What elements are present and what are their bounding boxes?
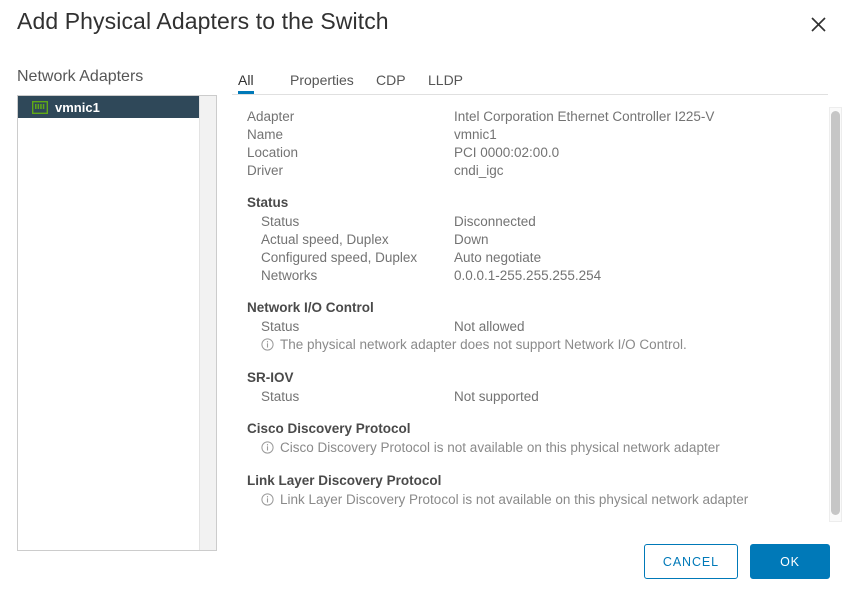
detail-value: 0.0.0.1-255.255.255.254: [454, 268, 601, 283]
details-scroll-region: Adapter Intel Corporation Ethernet Contr…: [232, 95, 844, 535]
note-cdp: Cisco Discovery Protocol is not availabl…: [232, 438, 810, 457]
ok-button[interactable]: OK: [750, 544, 830, 579]
note-lldp: Link Layer Discovery Protocol is not ava…: [232, 490, 810, 509]
detail-value: Not allowed: [454, 319, 525, 334]
detail-label: Networks: [261, 268, 454, 283]
section-network-io-control: Network I/O Control Status Not allowed T…: [232, 298, 810, 354]
adapter-list-scrollbar[interactable]: [199, 96, 216, 550]
note-nioc: The physical network adapter does not su…: [232, 335, 810, 354]
detail-value: vmnic1: [454, 127, 497, 142]
tab-lldp[interactable]: LLDP: [428, 72, 463, 94]
section-sr-iov: SR-IOV Status Not supported: [232, 368, 810, 405]
detail-label: Configured speed, Duplex: [261, 250, 454, 265]
detail-row-configured-speed: Configured speed, Duplex Auto negotiate: [232, 248, 810, 266]
detail-label: Status: [261, 214, 454, 229]
close-icon: [810, 16, 827, 33]
detail-label: Status: [261, 389, 454, 404]
network-adapters-list[interactable]: vmnic1: [17, 95, 217, 551]
page-title: Add Physical Adapters to the Switch: [17, 8, 389, 35]
note-text: The physical network adapter does not su…: [280, 337, 687, 352]
detail-row-name: Name vmnic1: [232, 125, 810, 143]
info-icon: [261, 338, 274, 351]
details-scrollbar-thumb[interactable]: [831, 111, 840, 515]
tab-all[interactable]: All: [238, 72, 254, 94]
section-title: Status: [232, 193, 810, 212]
adapter-details-panel: All Properties CDP LLDP Adapter Intel Co…: [232, 62, 844, 535]
info-icon: [261, 493, 274, 506]
info-icon: [261, 441, 274, 454]
detail-label: Driver: [247, 163, 454, 178]
tab-properties[interactable]: Properties: [290, 72, 354, 94]
section-title: Link Layer Discovery Protocol: [232, 471, 810, 490]
tab-cdp[interactable]: CDP: [376, 72, 406, 94]
detail-value: PCI 0000:02:00.0: [454, 145, 559, 160]
note-text: Link Layer Discovery Protocol is not ava…: [280, 492, 748, 507]
detail-row-status: Status Disconnected: [232, 212, 810, 230]
network-adapters-heading: Network Adapters: [17, 68, 143, 86]
detail-label: Status: [261, 319, 454, 334]
detail-value: Down: [454, 232, 489, 247]
section-title: SR-IOV: [232, 368, 810, 387]
detail-label: Location: [247, 145, 454, 160]
details-scrollbar[interactable]: [829, 107, 842, 522]
details-tabbar: All Properties CDP LLDP: [232, 62, 828, 95]
section-cisco-discovery-protocol: Cisco Discovery Protocol Cisco Discovery…: [232, 419, 810, 457]
dialog-footer: CANCEL OK: [644, 544, 830, 579]
detail-label: Adapter: [247, 109, 454, 124]
list-item-label: vmnic1: [55, 101, 100, 114]
general-info-group: Adapter Intel Corporation Ethernet Contr…: [232, 107, 810, 179]
network-adapter-icon: [32, 101, 48, 114]
detail-row-nioc-status: Status Not allowed: [232, 317, 810, 335]
detail-row-actual-speed: Actual speed, Duplex Down: [232, 230, 810, 248]
dialog-header: Add Physical Adapters to the Switch: [0, 0, 844, 48]
detail-value: Disconnected: [454, 214, 536, 229]
detail-label: Name: [247, 127, 454, 142]
detail-value: Auto negotiate: [454, 250, 541, 265]
section-title: Network I/O Control: [232, 298, 810, 317]
detail-row-networks: Networks 0.0.0.1-255.255.255.254: [232, 266, 810, 284]
detail-value: Intel Corporation Ethernet Controller I2…: [454, 109, 714, 124]
section-status: Status Status Disconnected Actual speed,…: [232, 193, 810, 284]
details-content: Adapter Intel Corporation Ethernet Contr…: [232, 107, 810, 533]
list-item-vmnic1[interactable]: vmnic1: [18, 96, 199, 118]
detail-row-driver: Driver cndi_igc: [232, 161, 810, 179]
detail-value: cndi_igc: [454, 163, 504, 178]
note-text: Cisco Discovery Protocol is not availabl…: [280, 440, 720, 455]
section-title: Cisco Discovery Protocol: [232, 419, 810, 438]
detail-row-sriov-status: Status Not supported: [232, 387, 810, 405]
cancel-button[interactable]: CANCEL: [644, 544, 738, 579]
network-adapters-list-inner: vmnic1: [18, 96, 199, 550]
detail-row-location: Location PCI 0000:02:00.0: [232, 143, 810, 161]
detail-row-adapter: Adapter Intel Corporation Ethernet Contr…: [232, 107, 810, 125]
close-button[interactable]: [804, 10, 832, 38]
section-link-layer-discovery-protocol: Link Layer Discovery Protocol Link Layer…: [232, 471, 810, 509]
detail-label: Actual speed, Duplex: [261, 232, 454, 247]
detail-value: Not supported: [454, 389, 539, 404]
